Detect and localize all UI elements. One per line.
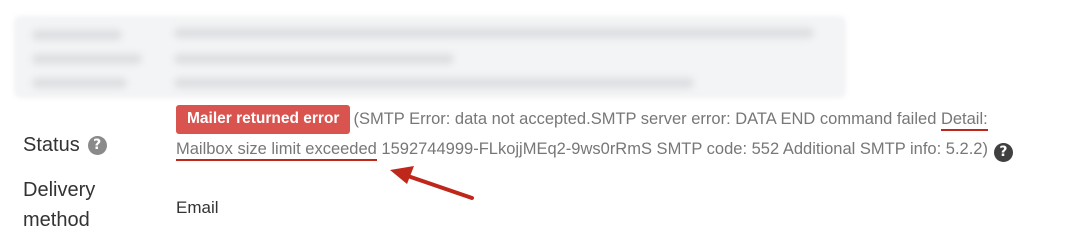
status-label-row: Status ? — [23, 130, 107, 160]
error-message-start: (SMTP Error: data not accepted.SMTP serv… — [353, 110, 941, 128]
delivery-method-label: Delivery method — [23, 179, 96, 231]
error-badge: Mailer returned error — [176, 105, 351, 134]
question-circle-icon[interactable]: ? — [87, 135, 107, 155]
annotation-arrow — [390, 166, 474, 200]
question-circle-icon[interactable]: ? — [993, 142, 1013, 162]
blurred-content — [14, 16, 846, 98]
status-label: Status — [23, 134, 80, 156]
delivery-method-value: Email — [176, 198, 219, 217]
status-value: Mailer returned error (SMTP Error: data n… — [176, 104, 1046, 164]
